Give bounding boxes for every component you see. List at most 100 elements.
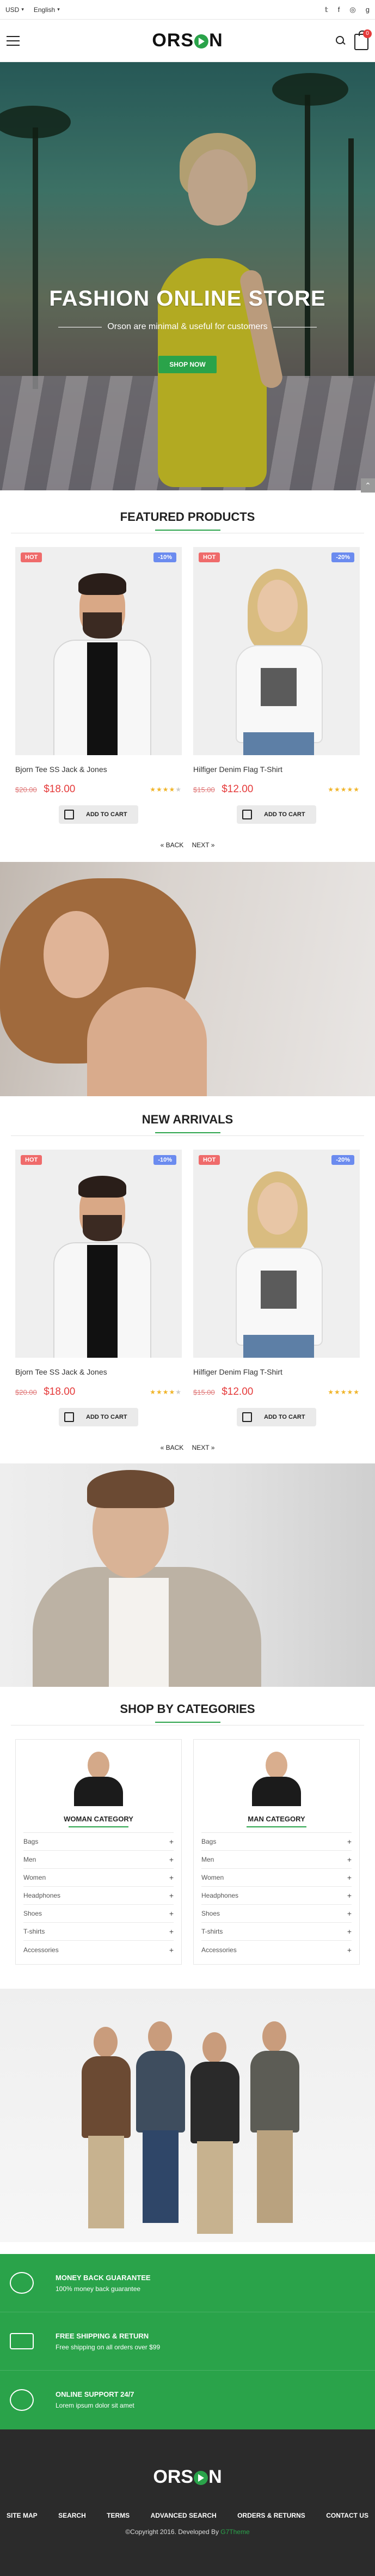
product-name[interactable]: Bjorn Tee SS Jack & Jones <box>15 765 182 774</box>
add-to-cart-label: ADD TO CART <box>86 811 127 818</box>
cart-icon[interactable]: 0 <box>354 29 372 50</box>
model-person <box>136 2021 185 2228</box>
footer-link-site-map[interactable]: SITE MAP <box>7 2512 38 2519</box>
model-face <box>44 911 109 998</box>
model-person <box>190 2032 239 2239</box>
product-card[interactable]: HOT -20% Hilfiger Denim Flag T-Shirt $15… <box>193 547 360 824</box>
language-select[interactable]: English ▾ <box>34 6 60 14</box>
instagram-icon[interactable]: ◎ <box>349 5 355 14</box>
developer-link[interactable]: G7Theme <box>220 2528 249 2536</box>
feature-title: FREE SHIPPING & RETURN <box>56 2331 149 2340</box>
search-icon[interactable] <box>336 35 346 46</box>
category-item[interactable]: Women + <box>201 1869 352 1887</box>
category-item[interactable]: Men + <box>23 1851 174 1869</box>
back-link[interactable]: « BACK <box>161 1444 184 1451</box>
twitter-icon[interactable]: 𝕥 <box>325 5 328 14</box>
plus-icon: + <box>347 1855 352 1864</box>
plus-icon: + <box>169 1945 174 1954</box>
divider <box>11 1725 364 1726</box>
truck-icon <box>10 2333 34 2349</box>
menu-icon[interactable] <box>7 35 20 46</box>
category-item[interactable]: Bags + <box>23 1833 174 1851</box>
discount-badge: -20% <box>331 552 354 562</box>
footer-logo[interactable]: ORS N <box>153 2429 222 2488</box>
footer-link-search[interactable]: SEARCH <box>58 2512 86 2519</box>
man-category-title: MAN CATEGORY <box>248 1815 305 1823</box>
plus-icon: + <box>169 1927 174 1936</box>
category-item[interactable]: Shoes + <box>201 1905 352 1923</box>
featured-products: HOT -10% Bjorn Tee SS Jack & Jones $20.0… <box>0 547 375 824</box>
man-category-card: MAN CATEGORY Bags + Men + Women + Headphone… <box>193 1739 360 1965</box>
product-price: $15.00 $12.00 <box>193 783 253 795</box>
model-person <box>250 2021 299 2228</box>
category-header[interactable]: MAN CATEGORY <box>201 1740 352 1832</box>
shop-now-button[interactable]: SHOP NOW <box>158 356 217 373</box>
category-item[interactable]: Women + <box>23 1869 174 1887</box>
category-item-label: Men <box>201 1856 214 1863</box>
top-bar: USD ▾ English ▾ 𝕥 f ◎ g <box>0 0 375 20</box>
current-price: $18.00 <box>44 1386 76 1398</box>
shopping-bag-icon <box>64 1412 74 1422</box>
product-card[interactable]: HOT -10% Bjorn Tee SS Jack & Jones $20.0… <box>15 547 182 824</box>
add-to-cart-button[interactable]: ADD TO CART <box>59 1408 138 1426</box>
back-link[interactable]: « BACK <box>161 841 184 849</box>
hero-content: FASHION ONLINE STORE Orson are minimal &… <box>0 287 375 373</box>
add-to-cart-button[interactable]: ADD TO CART <box>237 805 316 824</box>
product-name[interactable]: Bjorn Tee SS Jack & Jones <box>15 1368 182 1376</box>
logo-text-start: ORS <box>152 30 194 51</box>
copyright: ©Copyright 2016. Developed By G7Theme <box>0 2528 375 2536</box>
plus-icon: + <box>169 1855 174 1864</box>
hot-badge: HOT <box>199 552 220 562</box>
featured-heading: FEATURED PRODUCTS <box>0 510 375 533</box>
cart-count-badge: 0 <box>363 29 372 38</box>
add-to-cart-button[interactable]: ADD TO CART <box>237 1408 316 1426</box>
plus-icon: + <box>347 1837 352 1846</box>
next-link[interactable]: NEXT » <box>192 841 215 849</box>
featured-section: FEATURED PRODUCTS HOT -10% Bjorn Tee SS … <box>0 490 375 849</box>
category-item[interactable]: Bags + <box>201 1833 352 1851</box>
logo-text-start: ORS <box>153 2466 194 2487</box>
add-to-cart-label: ADD TO CART <box>264 811 305 818</box>
arrivals-title: NEW ARRIVALS <box>142 1113 233 1126</box>
plus-icon: + <box>347 1891 352 1900</box>
hero-subtitle: Orson are minimal & useful for customers <box>107 322 268 331</box>
footer-link-terms[interactable]: TERMS <box>107 2512 130 2519</box>
footer-link-orders-returns[interactable]: ORDERS & RETURNS <box>237 2512 305 2519</box>
google-plus-icon[interactable]: g <box>366 5 370 14</box>
category-item[interactable]: Headphones + <box>23 1887 174 1905</box>
category-item[interactable]: T-shirts + <box>201 1923 352 1941</box>
product-card[interactable]: HOT -20% Hilfiger Denim Flag T-Shirt $15… <box>193 1150 360 1426</box>
category-item[interactable]: Men + <box>201 1851 352 1869</box>
scroll-up-icon[interactable]: ⌃ <box>361 478 375 493</box>
category-item[interactable]: T-shirts + <box>23 1923 174 1941</box>
category-item[interactable]: Shoes + <box>23 1905 174 1923</box>
title-underline <box>155 1132 220 1133</box>
product-image[interactable]: HOT -20% <box>193 1150 360 1358</box>
feature-desc: 100% money back guarantee <box>56 2285 141 2293</box>
hot-badge: HOT <box>199 1155 220 1165</box>
category-item-label: Bags <box>23 1838 39 1845</box>
product-image[interactable]: HOT -10% <box>15 547 182 755</box>
product-image[interactable]: HOT -10% <box>15 1150 182 1358</box>
product-name[interactable]: Hilfiger Denim Flag T-Shirt <box>193 765 360 774</box>
category-item-label: Women <box>23 1874 46 1881</box>
logo-play-icon <box>194 2470 208 2485</box>
product-card[interactable]: HOT -10% Bjorn Tee SS Jack & Jones $20.0… <box>15 1150 182 1426</box>
category-item[interactable]: Accessories + <box>23 1941 174 1959</box>
product-image[interactable]: HOT -20% <box>193 547 360 755</box>
model-shirt <box>109 1578 169 1687</box>
site-logo[interactable]: ORS N <box>152 30 223 51</box>
footer-link-contact[interactable]: CONTACT US <box>326 2512 368 2519</box>
product-name[interactable]: Hilfiger Denim Flag T-Shirt <box>193 1368 360 1376</box>
next-link[interactable]: NEXT » <box>192 1444 215 1451</box>
feature-title: MONEY BACK GUARANTEE <box>56 2273 151 2282</box>
add-to-cart-label: ADD TO CART <box>264 1414 305 1420</box>
feature-free-shipping: FREE SHIPPING & RETURN Free shipping on … <box>0 2312 375 2371</box>
category-item[interactable]: Headphones + <box>201 1887 352 1905</box>
category-header[interactable]: WOMAN CATEGORY <box>23 1740 174 1832</box>
footer-link-advanced-search[interactable]: ADVANCED SEARCH <box>151 2512 217 2519</box>
facebook-icon[interactable]: f <box>338 5 340 14</box>
currency-select[interactable]: USD ▾ <box>5 6 24 14</box>
category-item[interactable]: Accessories + <box>201 1941 352 1959</box>
add-to-cart-button[interactable]: ADD TO CART <box>59 805 138 824</box>
